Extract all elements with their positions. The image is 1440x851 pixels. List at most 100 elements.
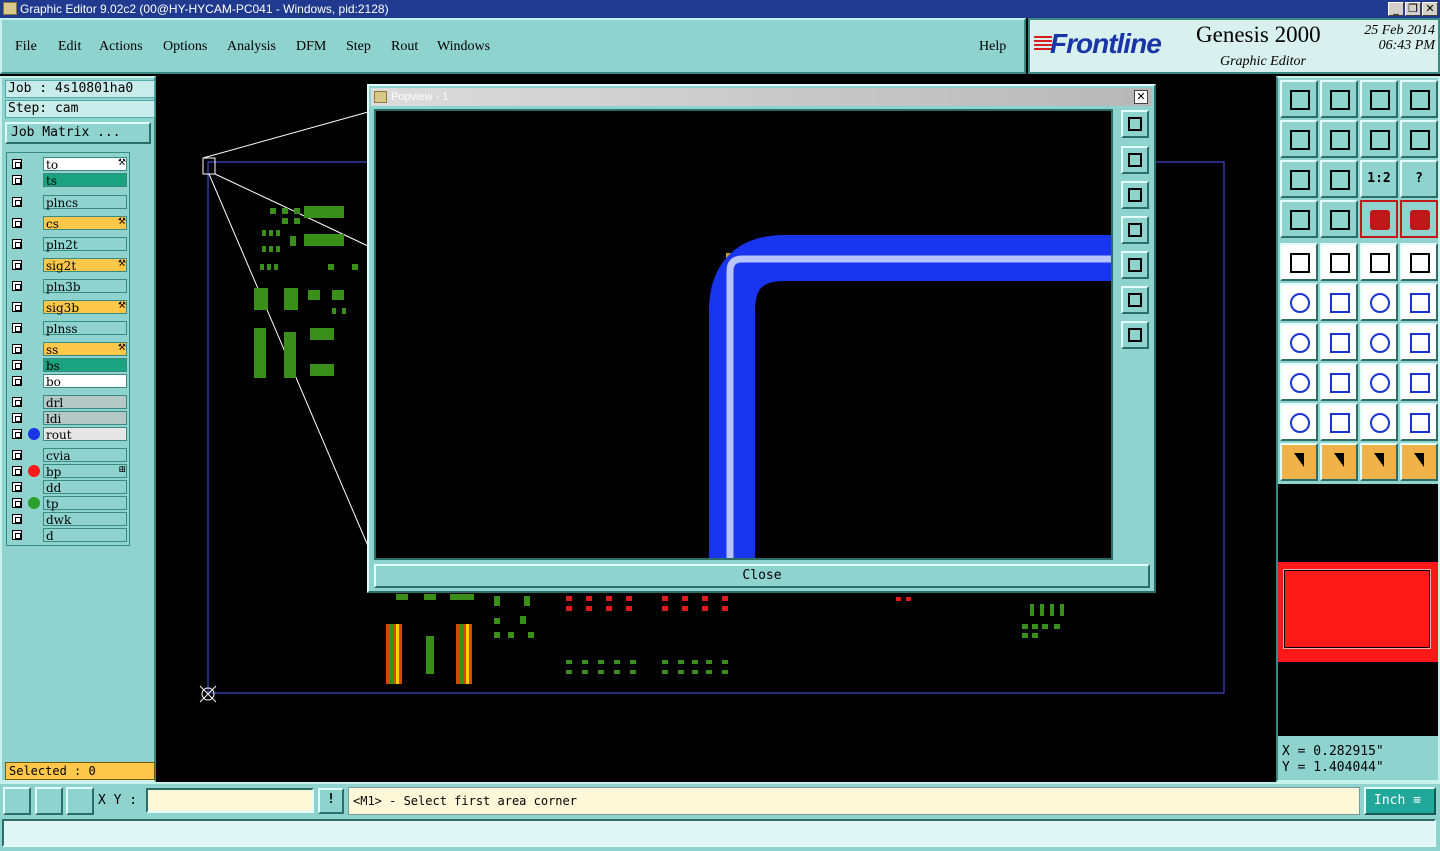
center-icon[interactable] [1320,160,1358,198]
layer-checkbox[interactable] [12,530,22,540]
layer-name[interactable]: bs [43,358,127,373]
select-point-icon[interactable] [1280,243,1318,281]
layer-row-tp[interactable]: tp [9,496,129,511]
layer-row-ts[interactable]: ts [9,173,129,188]
layer-name[interactable]: rout [43,427,127,442]
layer-checkbox[interactable] [12,260,22,270]
layer-checkbox[interactable] [12,218,22,228]
grid-icon[interactable] [1320,200,1358,238]
popview-center-icon[interactable] [1121,321,1149,349]
close-window-button[interactable]: ✕ [1422,2,1438,16]
layer-row-d[interactable]: d [9,528,129,543]
layer-row-bo[interactable]: bo [9,374,129,389]
layer-name[interactable]: sig2t [43,258,127,273]
layer-checkbox[interactable] [12,323,22,333]
zoom-box-icon[interactable] [3,787,31,815]
layers-red-icon[interactable] [1360,200,1398,238]
menu-rout[interactable]: Rout [391,39,418,55]
layer-name[interactable]: sig3b [43,300,127,315]
layer-checkbox[interactable] [12,482,22,492]
layer-name[interactable]: cvia [43,448,127,463]
menu-dfm[interactable]: DFM [296,39,326,55]
layer-row-rout[interactable]: rout [9,427,129,442]
unit-selector[interactable]: Inch ≡ [1364,787,1436,815]
home-icon[interactable] [1360,80,1398,118]
move-pad-icon[interactable] [1360,283,1398,321]
layer-row-pln2t[interactable]: pln2t [9,237,129,252]
layer-checkbox[interactable] [12,360,22,370]
dimension-icon[interactable] [1360,363,1398,401]
layer-name[interactable]: dwk [43,512,127,527]
layers-red2-icon[interactable] [1400,200,1438,238]
menu-analysis[interactable]: Analysis [227,39,276,55]
pad-add-icon[interactable] [1280,363,1318,401]
popview-zoom-icon[interactable] [1121,110,1149,138]
grid-snap-icon[interactable] [66,787,94,815]
pad-group-icon[interactable] [1400,363,1438,401]
alert-button[interactable]: ! [318,788,344,814]
layer-checkbox[interactable] [12,397,22,407]
popview-canvas[interactable] [374,109,1113,560]
popview-left-icon[interactable] [1121,216,1149,244]
home-down-icon[interactable] [1320,80,1358,118]
menu-actions[interactable]: Actions [99,39,143,55]
layer-row-ldi[interactable]: ldi [9,411,129,426]
menu-file[interactable]: File [15,39,37,55]
pan-left-icon[interactable] [1280,120,1318,158]
triangle-b-icon[interactable] [1360,403,1398,441]
xy-input[interactable] [146,788,314,813]
layer-row-drl[interactable]: drl [9,395,129,410]
layer-name[interactable]: ldi [43,411,127,426]
window-split-icon[interactable] [1400,80,1438,118]
layer-checkbox[interactable] [12,413,22,423]
layer-row-sig2t[interactable]: sig2t ⚒ [9,258,129,273]
layer-checkbox[interactable] [12,239,22,249]
popview-right-icon[interactable] [1121,251,1149,279]
job-matrix-button[interactable]: Job Matrix ... [5,122,151,144]
layer-row-cvia[interactable]: cvia [9,448,129,463]
layer-row-to[interactable]: to ⚒ [9,157,129,172]
layer-row-sig3b[interactable]: sig3b ⚒ [9,300,129,315]
menu-edit[interactable]: Edit [58,39,81,55]
menu-windows[interactable]: Windows [437,39,490,55]
layer-row-pln3b[interactable]: pln3b [9,279,129,294]
triangle-icon[interactable] [1280,403,1318,441]
layer-checkbox[interactable] [12,514,22,524]
cutter-icon[interactable] [1280,200,1318,238]
popview-close-button[interactable]: Close [374,564,1150,588]
layer-name[interactable]: drl [43,395,127,410]
layer-name[interactable]: ts [43,173,127,188]
route-icon[interactable] [1400,443,1438,481]
layer-name[interactable]: d [43,528,127,543]
layer-name[interactable]: plncs [43,195,127,210]
help-icon[interactable]: ? [1400,160,1438,198]
fit-icon[interactable] [1280,160,1318,198]
pointer-box2-icon[interactable] [1360,443,1398,481]
layer-name[interactable]: tp [43,496,127,511]
measure-icon[interactable] [35,787,63,815]
layer-name[interactable]: pln2t [43,237,127,252]
pointer-icon[interactable] [1280,443,1318,481]
maximize-button[interactable]: ❐ [1405,2,1421,16]
pointer-box-icon[interactable] [1320,443,1358,481]
layer-checkbox[interactable] [12,498,22,508]
layer-checkbox[interactable] [12,175,22,185]
layer-checkbox[interactable] [12,466,22,476]
step-repeat-icon[interactable] [1400,120,1438,158]
layer-row-bp[interactable]: bp ⊞ [9,464,129,479]
layer-row-plncs[interactable]: plncs [9,195,129,210]
arc-icon[interactable] [1360,323,1398,361]
layer-checkbox[interactable] [12,281,22,291]
layer-checkbox[interactable] [12,376,22,386]
line-icon[interactable] [1320,323,1358,361]
layer-row-plnss[interactable]: plnss [9,321,129,336]
stub-icon[interactable] [1400,323,1438,361]
popview-up-icon[interactable] [1121,146,1149,174]
layer-row-dwk[interactable]: dwk [9,512,129,527]
minimap[interactable] [1278,484,1438,736]
layer-checkbox[interactable] [12,450,22,460]
layer-row-ss[interactable]: ss ⚒ [9,342,129,357]
popview-down-icon[interactable] [1121,181,1149,209]
layer-checkbox[interactable] [12,344,22,354]
trace-cut-icon[interactable] [1320,363,1358,401]
